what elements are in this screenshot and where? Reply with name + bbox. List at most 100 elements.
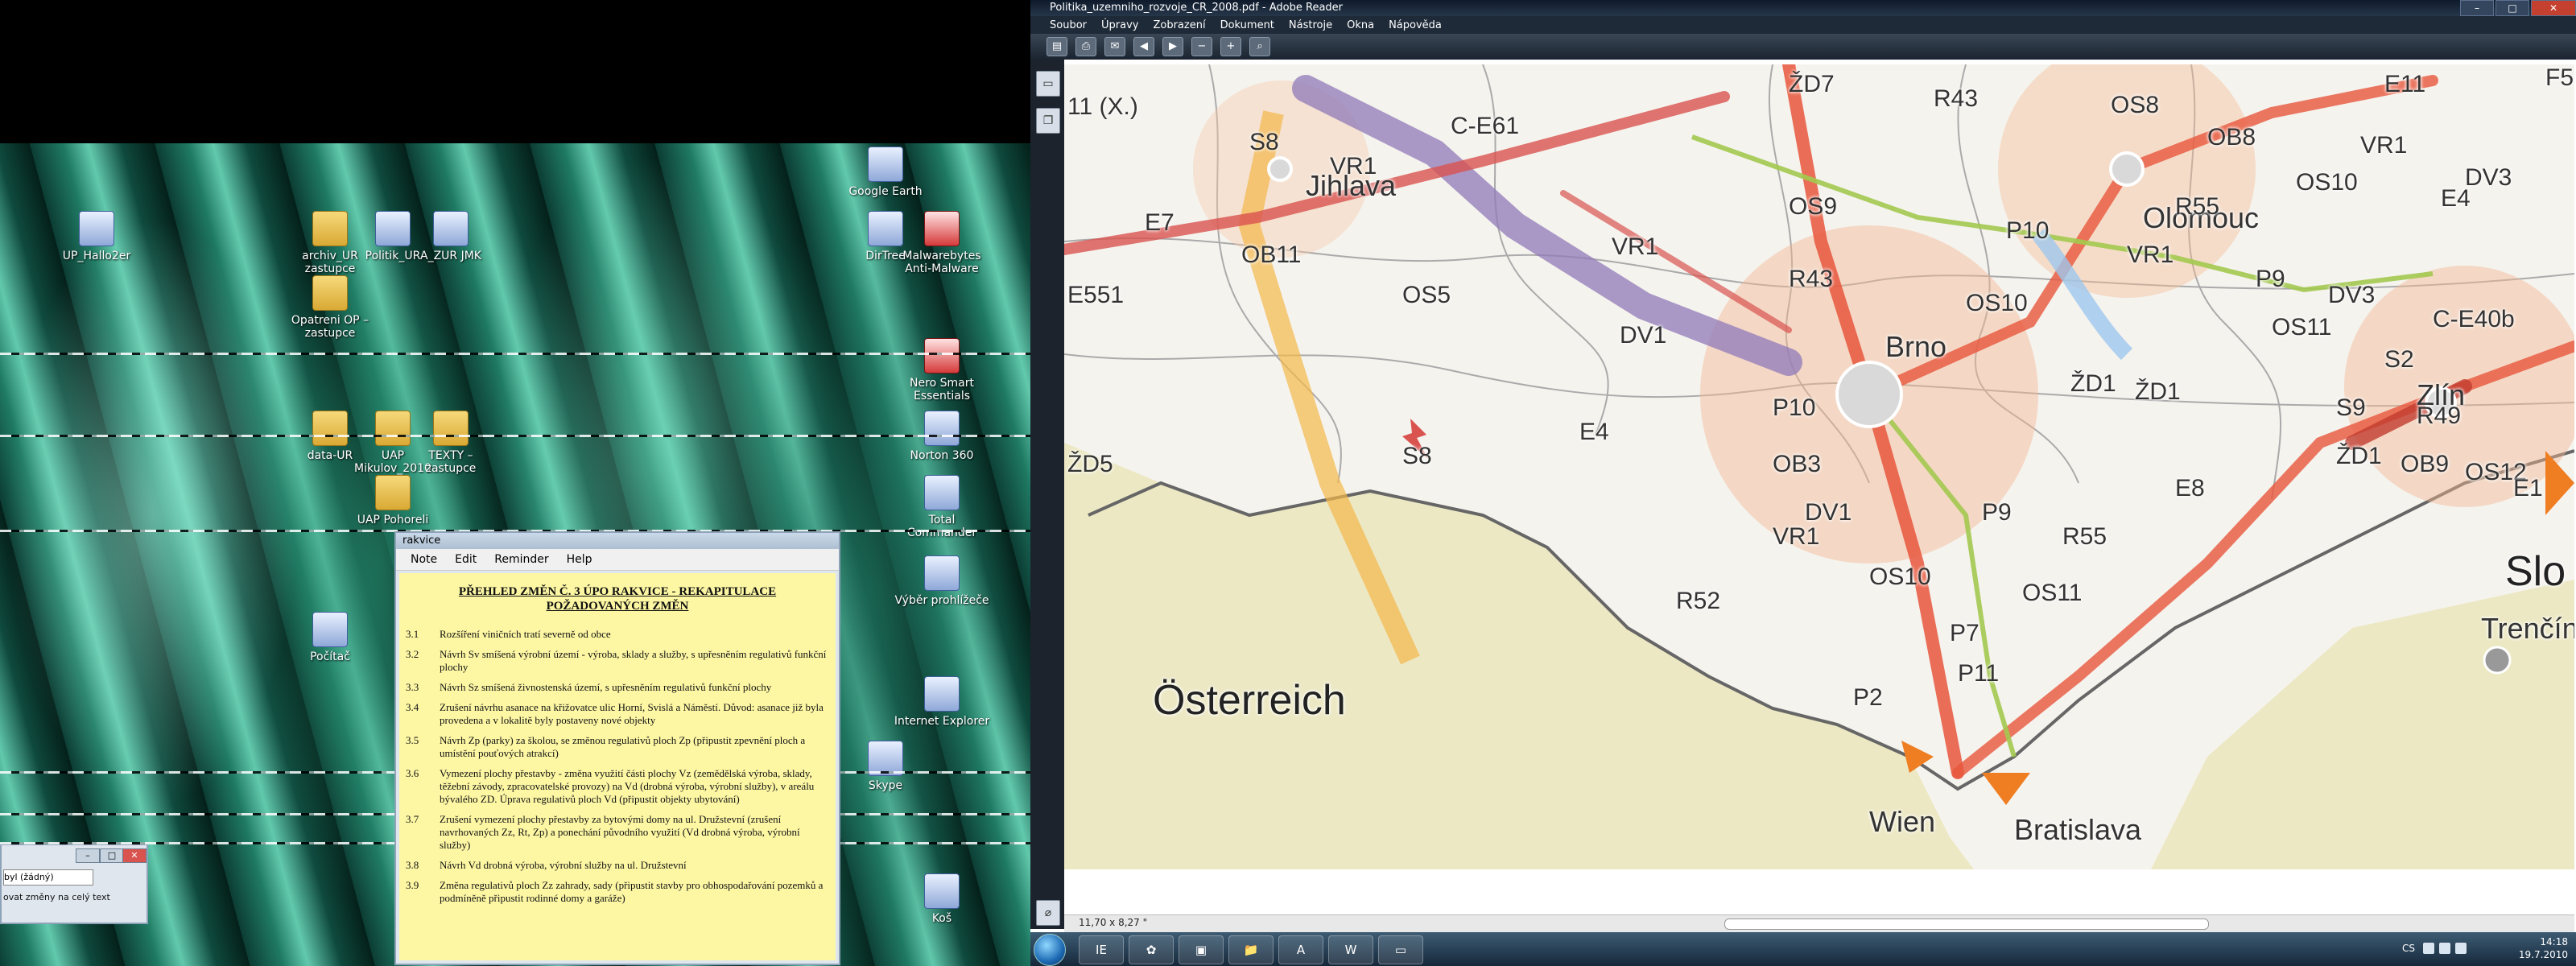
menu-reminder[interactable]: Reminder xyxy=(494,553,548,566)
desktop-icon[interactable]: Google Earth xyxy=(837,147,934,198)
corridor-label: OS10 xyxy=(1869,564,1931,590)
start-button[interactable] xyxy=(1034,934,1066,966)
reader-navigation-pane: ▭ ❐ ⌀ xyxy=(1030,60,1064,929)
reader-minimize-button[interactable]: – xyxy=(2460,0,2494,16)
desktop-icon[interactable]: Počítač xyxy=(282,612,378,663)
note-item: 3.2 Návrh Sv smíšená výrobní území - výro… xyxy=(406,648,831,674)
corridor-label: OB11 xyxy=(1241,242,1302,268)
menu-dokument[interactable]: Dokument xyxy=(1220,19,1274,31)
desktop-icon[interactable]: Opatreni OP – zastupce xyxy=(282,275,378,340)
note-item-text: Zrušení vymezení plochy přestavby za byt… xyxy=(440,813,800,851)
note-item-number: 3.7 xyxy=(406,813,419,825)
taskbar-app-button[interactable]: 📁 xyxy=(1228,935,1274,964)
next-page-icon[interactable]: ▶ xyxy=(1162,37,1183,56)
zoom-in-icon[interactable]: + xyxy=(1220,37,1241,56)
menu-upravy[interactable]: Úpravy xyxy=(1101,19,1138,31)
small-dialog-window[interactable]: – □ ✕ byl (žádný) ovat změny na celý tex… xyxy=(0,844,148,924)
note-item: 3.5 Návrh Zp (parky) za školou, se změnou… xyxy=(406,734,831,760)
taskbar-app-button[interactable]: ▣ xyxy=(1179,935,1224,964)
corridor-label: OS5 xyxy=(1402,282,1451,308)
corridor-label: ŽD1 xyxy=(2135,378,2181,405)
menu-help[interactable]: Help xyxy=(567,553,592,566)
taskbar-app-button[interactable]: IE xyxy=(1079,935,1124,964)
adobe-reader-window[interactable]: Politika_uzemniho_rozvoje_CR_2008.pdf - … xyxy=(1030,0,2576,966)
corridor-label: E1 xyxy=(2513,475,2543,502)
desktop-icon[interactable]: Koš xyxy=(894,873,990,925)
menu-soubor[interactable]: Soubor xyxy=(1050,19,1087,31)
desktop-icon-label: Nero Smart Essentials xyxy=(910,377,974,402)
minimize-button[interactable]: – xyxy=(76,848,100,863)
desktop-icon-label: Total Commander xyxy=(906,514,977,539)
print-icon[interactable]: ⎙ xyxy=(1075,37,1096,56)
windows-taskbar: IE ✿ ▣ 📁 A W ▭ CS 14:18 19.7.2010 xyxy=(1030,932,2576,966)
desktop-icon[interactable]: Internet Explorer xyxy=(894,676,990,728)
corridor-label: DV1 xyxy=(1620,322,1667,349)
corridor-label: VR1 xyxy=(2127,242,2174,268)
application-icon xyxy=(924,475,960,510)
language-indicator[interactable]: CS xyxy=(2402,942,2415,955)
open-icon[interactable]: ▤ xyxy=(1046,37,1067,56)
close-button[interactable]: ✕ xyxy=(122,848,147,863)
bookmarks-icon[interactable]: ❐ xyxy=(1036,108,1060,134)
desktop-icon[interactable]: UAP Pohoreli xyxy=(345,475,441,526)
find-icon[interactable]: ⌕ xyxy=(1249,37,1270,56)
corridor-label: P9 xyxy=(2256,266,2285,292)
scanline xyxy=(0,353,1030,355)
note-content[interactable]: PŘEHLED ZMĚN Č. 3 ÚPO RAKVICE - REKAPITU… xyxy=(399,573,836,960)
reader-title: Politika_uzemniho_rozvoje_CR_2008.pdf - … xyxy=(1050,2,1344,14)
desktop-icon[interactable]: Skype xyxy=(837,741,934,792)
note-item-text: Návrh Zp (parky) za školou, se změnou re… xyxy=(440,734,806,759)
dialog-text: ovat změny na celý text xyxy=(3,892,110,902)
menu-zobrazeni[interactable]: Zobrazení xyxy=(1153,19,1205,31)
desktop-icon-label: Malwarebytes Anti-Malware xyxy=(902,250,981,275)
map-page[interactable]: Österreich Slo Jihlava Brno Olomouc Zlín Wien B… xyxy=(1064,64,2574,869)
taskbar-app-button[interactable]: A xyxy=(1278,935,1323,964)
attachment-icon[interactable]: ⌀ xyxy=(1036,900,1060,926)
corridor-label: P11 xyxy=(1958,660,2000,687)
desktop-icon[interactable]: A_ZUR JMK xyxy=(402,211,499,262)
desktop-icon[interactable]: TEXTY – zastupce xyxy=(402,411,499,475)
corridor-label: P9 xyxy=(1982,499,2012,526)
desktop-icon[interactable]: Malwarebytes Anti-Malware xyxy=(894,211,990,275)
application-icon xyxy=(433,211,469,246)
note-item: 3.6 Vymezení plochy přestavby - změna vyu… xyxy=(406,767,831,806)
menu-note[interactable]: Note xyxy=(411,553,437,566)
desktop-icon[interactable]: Nero Smart Essentials xyxy=(894,338,990,402)
reader-maximize-button[interactable]: □ xyxy=(2496,0,2529,16)
desktop-icon-label: Opatreni OP – zastupce xyxy=(291,314,369,340)
city-label: Trenčín xyxy=(2481,612,2574,645)
volume-icon[interactable] xyxy=(2439,943,2450,954)
notes-window[interactable]: rakvice Note Edit Reminder Help PŘEHLED … xyxy=(394,531,840,965)
zoom-out-icon[interactable]: − xyxy=(1191,37,1212,56)
corridor-label: R43 xyxy=(1934,85,1979,112)
prev-page-icon[interactable]: ◀ xyxy=(1133,37,1154,56)
horizontal-scrollbar[interactable] xyxy=(1724,919,2209,930)
menu-edit[interactable]: Edit xyxy=(455,553,477,566)
reader-close-button[interactable]: ✕ xyxy=(2531,0,2576,16)
option-select[interactable]: byl (žádný) xyxy=(3,869,93,886)
power-icon[interactable] xyxy=(2455,943,2467,954)
taskbar-app-button[interactable]: ▭ xyxy=(1378,935,1423,964)
pages-icon[interactable]: ▭ xyxy=(1036,71,1060,97)
notes-window-title[interactable]: rakvice xyxy=(396,533,839,549)
note-item-text: Změna regulativů ploch Zz zahrady, sady … xyxy=(440,879,824,904)
menu-okna[interactable]: Okna xyxy=(1347,19,1374,31)
desktop-icon[interactable]: UP_Hallo2er xyxy=(48,211,145,262)
note-item-number: 3.6 xyxy=(406,767,419,779)
menu-nastroje[interactable]: Nástroje xyxy=(1289,19,1332,31)
email-icon[interactable]: ✉ xyxy=(1104,37,1125,56)
desktop-icon-label: TEXTY – zastupce xyxy=(425,449,477,475)
scanline xyxy=(0,435,1030,437)
clock-date[interactable]: 19.7.2010 xyxy=(2519,948,2568,961)
corridor-label: R49 xyxy=(2417,402,2462,429)
menu-napoveda[interactable]: Nápověda xyxy=(1389,19,1442,31)
taskbar-app-button[interactable]: W xyxy=(1328,935,1373,964)
taskbar-app-button[interactable]: ✿ xyxy=(1129,935,1174,964)
maximize-button[interactable]: □ xyxy=(100,848,124,863)
corridor-label: C-E40b xyxy=(2433,306,2515,332)
clock-time[interactable]: 14:18 xyxy=(2519,935,2568,948)
desktop-icon[interactable]: Výběr prohlížeče xyxy=(894,555,990,607)
corridor-label: E4 xyxy=(1579,419,1609,445)
network-icon[interactable] xyxy=(2423,943,2434,954)
note-item-text: Zrušení návrhu asanace na křižovatce uli… xyxy=(440,701,824,726)
